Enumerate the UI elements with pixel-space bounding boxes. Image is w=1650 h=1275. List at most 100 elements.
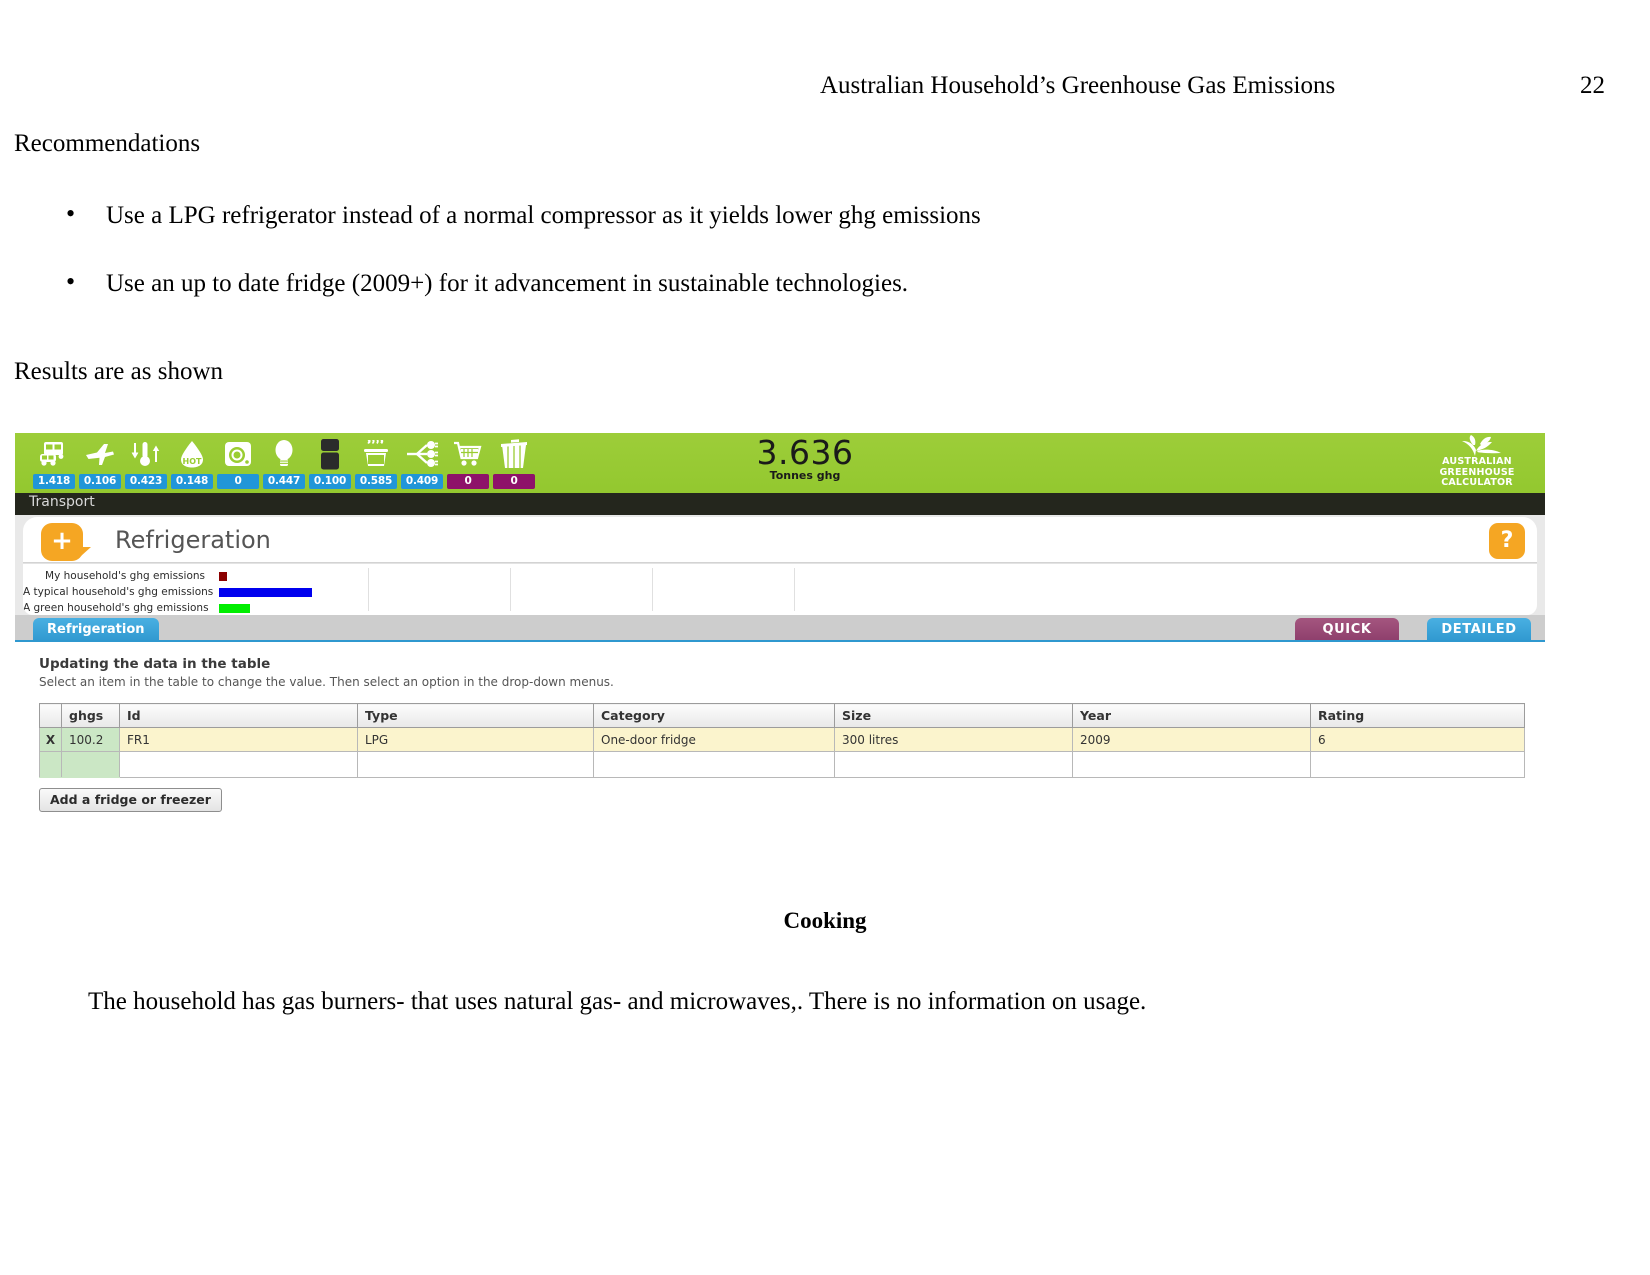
section-panel-header: + Refrigeration ? [15,515,1545,563]
subheading-cooking: Cooking [783,908,867,933]
chart-gridline [510,568,511,611]
table-header-row: ghgs Id Type Category Size Year Rating [39,703,1525,728]
cooking-pot-icon [360,435,392,473]
power-plug-appliances-icon [405,435,439,473]
chart-bar-typical-household [219,587,312,597]
tab-quick[interactable]: QUICK [1295,618,1399,642]
washing-machine-icon [223,435,253,473]
help-button[interactable]: ? [1489,523,1525,559]
category-value: 0.148 [171,474,213,489]
cell-category[interactable]: One-door fridge [593,727,835,752]
hot-water-drop-icon: HOT [177,435,207,473]
cell-id[interactable]: FR1 [119,727,358,752]
chart-gridline [652,568,653,611]
cell-year[interactable]: 2009 [1072,727,1311,752]
tab-refrigeration[interactable]: Refrigeration [33,618,159,642]
svg-text:HOT: HOT [183,457,202,466]
cell-id[interactable] [119,751,358,778]
leaf-plant-icon [1417,435,1537,457]
category-hot-water[interactable]: HOT 0.148 [171,435,213,489]
document-running-header: Australian Household’s Greenhouse Gas Em… [0,72,1650,112]
chart-series-row: My household's ghg emissions [23,568,227,584]
category-value: 0.409 [401,474,443,489]
chart-series-row: A typical household's ghg emissions [23,584,312,600]
add-item-button[interactable]: + [41,523,91,561]
category-cooking[interactable]: 0.585 [355,435,397,489]
category-value: 0.106 [79,474,121,489]
cell-ghgs[interactable]: 100.2 [61,727,120,752]
category-heating-cooling[interactable]: 0.423 [125,435,167,489]
greenhouse-calculator-screenshot: 1.418 0.106 0.423 HOT 0.148 0 0.447 0.10… [15,433,1545,866]
cell-size[interactable]: 300 litres [834,727,1073,752]
category-transport[interactable]: 1.418 [33,435,75,489]
add-fridge-or-freezer-button[interactable]: Add a fridge or freezer [39,788,222,812]
column-header-ghgs: ghgs [61,703,120,728]
column-header-year: Year [1072,703,1311,728]
panel-card: + Refrigeration ? [23,517,1537,563]
tab-detailed[interactable]: DETAILED [1427,618,1531,642]
cell-rating[interactable] [1310,751,1525,778]
column-header-category: Category [593,703,835,728]
column-header-id: Id [119,703,358,728]
tab-bar: Refrigeration QUICK DETAILED [15,615,1545,642]
chart-gridline [794,568,795,611]
cell-type[interactable]: LPG [357,727,594,752]
light-bulb-icon [272,435,296,473]
app-logo: AUSTRALIAN GREENHOUSE CALCULATOR [1417,435,1537,489]
cell-size[interactable] [834,751,1073,778]
row-delete-cell[interactable]: X [39,727,62,752]
app-top-summary-bar: 1.418 0.106 0.423 HOT 0.148 0 0.447 0.10… [15,433,1545,493]
page-title: Refrigeration [115,526,271,554]
shopping-trolley-icon [453,435,483,473]
chart-series-row: A green household's ghg emissions [23,600,250,615]
appliance-table: ghgs Id Type Category Size Year Rating X… [39,703,1525,778]
column-header-type: Type [357,703,594,728]
section-heading-recommendations: Recommendations [14,130,201,157]
category-value: 0 [493,474,535,489]
category-shopping[interactable]: 0 [447,435,489,489]
column-header-select [39,703,62,728]
breadcrumb[interactable]: Transport [29,494,95,510]
total-emissions-display: 3.636 Tonnes ghg [715,433,895,483]
cell-type[interactable] [357,751,594,778]
category-air-travel[interactable]: 0.106 [79,435,121,489]
category-lighting[interactable]: 0.447 [263,435,305,489]
breadcrumb-bar: Transport [15,493,1545,515]
chart-series-label: A green household's ghg emissions [23,602,209,614]
chart-gridline [368,568,369,611]
total-emissions-unit: Tonnes ghg [769,469,841,482]
waste-bin-icon [499,435,529,473]
category-refrigeration[interactable]: 0.100 [309,435,351,489]
brand-line-1: AUSTRALIAN [1442,456,1512,467]
cell-ghgs[interactable] [61,751,120,778]
cell-year[interactable] [1072,751,1311,778]
category-value: 0 [447,474,489,489]
airplane-icon [84,435,116,473]
brand-line-3: CALCULATOR [1441,477,1513,488]
refrigerator-icon [318,435,342,473]
category-laundry[interactable]: 0 [217,435,259,489]
emissions-category-strip: 1.418 0.106 0.423 HOT 0.148 0 0.447 0.10… [33,435,535,489]
cell-category[interactable] [593,751,835,778]
category-waste[interactable]: 0 [493,435,535,489]
category-value: 0.585 [355,474,397,489]
column-header-size: Size [834,703,1073,728]
row-delete-cell[interactable] [39,751,62,778]
category-value: 0.100 [309,474,351,489]
chart-bar-my-household [219,571,227,581]
list-item: Use an up to date fridge (2009+) for it … [14,266,1414,299]
emissions-comparison-chart: My household's ghg emissions A typical h… [15,563,1545,615]
category-value: 0.423 [125,474,167,489]
total-emissions-value: 3.636 [756,433,854,472]
column-header-rating: Rating [1310,703,1525,728]
recommendations-list: Use a LPG refrigerator instead of a norm… [14,198,1414,337]
panel-body: Updating the data in the table Select an… [15,642,1545,866]
category-value: 1.418 [33,474,75,489]
cell-rating[interactable]: 6 [1310,727,1525,752]
table-row-empty[interactable] [39,751,1525,778]
running-header-title: Australian Household’s Greenhouse Gas Em… [820,72,1336,99]
table-row[interactable]: X 100.2 FR1 LPG One-door fridge 300 litr… [39,727,1525,752]
category-value: 0.447 [263,474,305,489]
cooking-paragraph: The household has gas burners- that uses… [88,988,1147,1015]
category-appliances[interactable]: 0.409 [401,435,443,489]
